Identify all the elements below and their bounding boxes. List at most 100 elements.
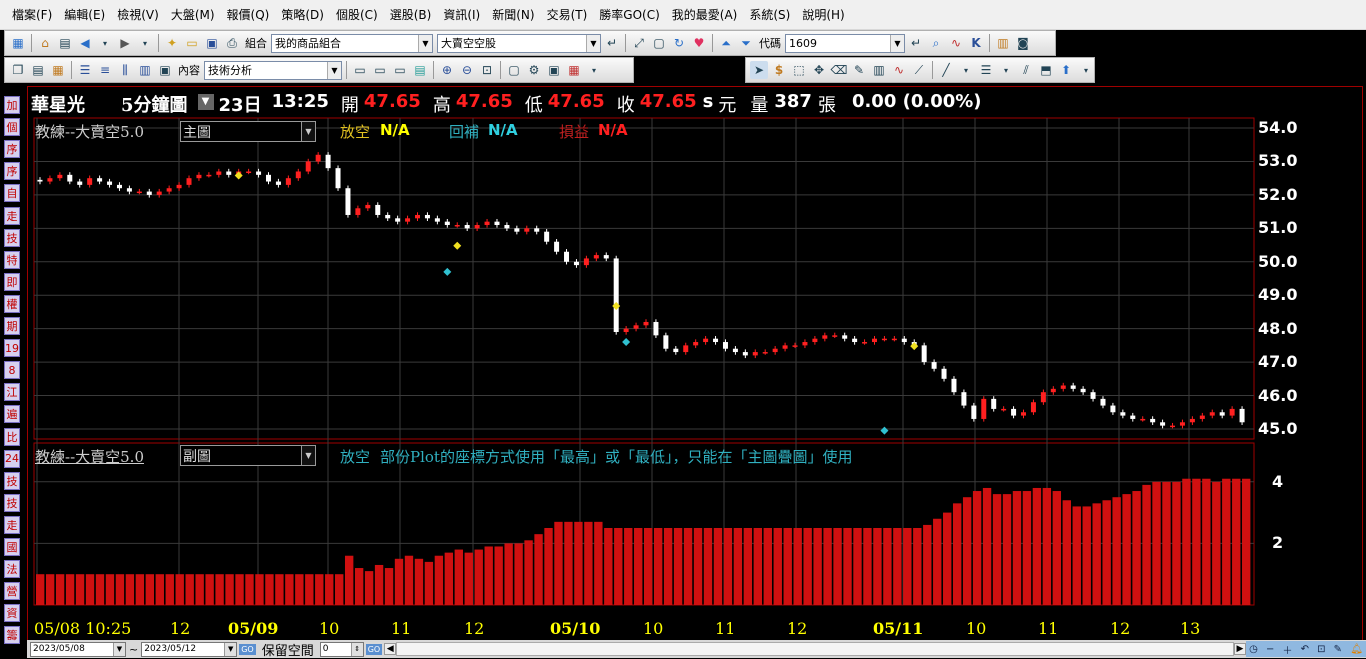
pin-icon[interactable]: ✎: [1334, 644, 1342, 655]
chevron-down-icon[interactable]: ▼: [224, 642, 237, 656]
window-icon[interactable]: ▢: [650, 34, 668, 52]
forward-arrow-icon[interactable]: ▶: [116, 34, 134, 52]
arrow-dropdown-icon[interactable]: ▾: [1077, 61, 1095, 79]
split-grid-icon[interactable]: ▥: [136, 61, 154, 79]
menu-item-0[interactable]: 檔案(F): [6, 6, 58, 23]
side-shortcut-21[interactable]: 法: [4, 560, 20, 579]
enter-icon[interactable]: ↵: [907, 34, 925, 52]
grid-view-icon[interactable]: ▦: [9, 34, 27, 52]
portfolio-select[interactable]: 我的商品組合 ▼: [271, 33, 433, 53]
main-chart-select[interactable]: 主圖 ▼: [180, 121, 316, 142]
trend-icon[interactable]: ⟋: [910, 61, 928, 79]
zoom-in-icon[interactable]: ⊕: [438, 61, 456, 79]
dollar-icon[interactable]: $: [770, 61, 788, 79]
content-icon[interactable]: ▣: [156, 61, 174, 79]
save-icon[interactable]: ▣: [203, 34, 221, 52]
side-shortcut-5[interactable]: 走: [4, 206, 20, 225]
chevron-down-icon[interactable]: ▼: [586, 34, 600, 52]
menu-item-1[interactable]: 編輯(E): [58, 6, 111, 23]
side-shortcut-12[interactable]: 8: [4, 361, 20, 380]
side-shortcut-11[interactable]: 19: [4, 339, 20, 358]
search-icon[interactable]: ⌕: [927, 34, 945, 52]
up-double-icon[interactable]: ⏶: [717, 34, 735, 52]
scroll-left-icon[interactable]: ◀: [384, 643, 397, 655]
print-icon[interactable]: ⎙: [223, 34, 241, 52]
clock-icon[interactable]: ◷: [1249, 644, 1258, 655]
start-date-input[interactable]: 2023/05/08 ▼: [30, 641, 126, 657]
select-box-icon[interactable]: ⬚: [790, 61, 808, 79]
fit-icon[interactable]: ⊡: [478, 61, 496, 79]
menu-item-11[interactable]: 勝率GO(C): [593, 6, 666, 23]
side-shortcut-3[interactable]: 序: [4, 162, 20, 181]
chevron-down-icon[interactable]: ▼: [113, 642, 125, 656]
favorite-heart-icon[interactable]: ♥: [690, 34, 708, 52]
wave-icon[interactable]: ∿: [890, 61, 908, 79]
copy-icon[interactable]: ❐: [9, 61, 27, 79]
channel-tool-icon[interactable]: ⫽: [1017, 61, 1035, 79]
code-input[interactable]: 1609 ▼: [785, 33, 905, 53]
palette-dropdown-icon[interactable]: ▾: [585, 61, 603, 79]
chevron-down-icon[interactable]: ▼: [301, 122, 315, 141]
camera-icon[interactable]: ◙: [1014, 34, 1032, 52]
menu-item-6[interactable]: 個股(C): [330, 6, 384, 23]
side-shortcut-8[interactable]: 即: [4, 272, 20, 291]
scroll-right-icon[interactable]: ▶: [1234, 643, 1246, 655]
menu-item-7[interactable]: 選股(B): [384, 6, 438, 23]
enter-icon[interactable]: ↵: [603, 34, 621, 52]
open-folder-icon[interactable]: ▭: [183, 34, 201, 52]
panel-icon[interactable]: ▭: [351, 61, 369, 79]
side-shortcut-23[interactable]: 資: [4, 604, 20, 623]
paste-icon[interactable]: ▤: [29, 61, 47, 79]
menu-item-2[interactable]: 檢視(V): [111, 6, 165, 23]
side-shortcut-18[interactable]: 技: [4, 493, 20, 512]
menu-item-12[interactable]: 我的最愛(A): [666, 6, 744, 23]
note-icon[interactable]: ✎: [850, 61, 868, 79]
side-shortcut-7[interactable]: 特: [4, 250, 20, 269]
plus-icon[interactable]: ＋: [1282, 642, 1292, 657]
menu-item-9[interactable]: 新聞(N): [486, 6, 540, 23]
box-tool-icon[interactable]: ⬒: [1037, 61, 1055, 79]
settings-icon[interactable]: ⚙: [525, 61, 543, 79]
side-shortcut-22[interactable]: 營: [4, 582, 20, 601]
side-shortcut-19[interactable]: 走: [4, 515, 20, 534]
zoom-out-icon[interactable]: ⊖: [458, 61, 476, 79]
side-shortcut-9[interactable]: 權: [4, 294, 20, 313]
arrow-up-tool-icon[interactable]: ⬆: [1057, 61, 1075, 79]
chart-line-icon[interactable]: ∿: [947, 34, 965, 52]
fib-tool-icon[interactable]: ☰: [977, 61, 995, 79]
side-shortcut-1[interactable]: 個: [4, 118, 20, 137]
zoom-controls[interactable]: ◷ − ＋ ↶ ⊡ ✎ 🔔︎: [1246, 641, 1366, 657]
chevron-down-icon[interactable]: ▼: [327, 61, 341, 79]
menu-item-3[interactable]: 大盤(M): [165, 6, 221, 23]
fib-dropdown-icon[interactable]: ▾: [997, 61, 1015, 79]
down-double-icon[interactable]: ⏷: [737, 34, 755, 52]
volume-icon[interactable]: ▥: [870, 61, 888, 79]
side-shortcut-6[interactable]: 技: [4, 228, 20, 247]
split-columns-icon[interactable]: ⫼: [116, 61, 134, 79]
palette-icon[interactable]: ▦: [565, 61, 583, 79]
side-shortcut-14[interactable]: 遍: [4, 405, 20, 424]
back-dropdown-icon[interactable]: ▾: [96, 34, 114, 52]
period-dropdown-icon[interactable]: ▼: [197, 94, 214, 110]
chevron-down-icon[interactable]: ▼: [890, 34, 904, 52]
menu-item-14[interactable]: 說明(H): [796, 6, 850, 23]
keep-space-input[interactable]: 0 ⇕: [319, 641, 364, 657]
undo-icon[interactable]: ↶: [1301, 644, 1309, 655]
refresh-icon[interactable]: ↻: [670, 34, 688, 52]
resize-icon[interactable]: ⤢: [630, 34, 648, 52]
side-shortcut-4[interactable]: 自: [4, 184, 20, 203]
side-shortcut-13[interactable]: 江: [4, 383, 20, 402]
layout-icon[interactable]: ▢: [505, 61, 523, 79]
line-tool-icon[interactable]: ╱: [937, 61, 955, 79]
home-icon[interactable]: ⌂: [36, 34, 54, 52]
side-shortcut-24[interactable]: 籌: [4, 626, 20, 645]
chevron-down-icon[interactable]: ▼: [301, 446, 315, 465]
side-shortcut-15[interactable]: 比: [4, 427, 20, 446]
go-button[interactable]: GO: [365, 643, 383, 655]
chevron-down-icon[interactable]: ▼: [418, 34, 432, 52]
bell-icon[interactable]: 🔔︎: [1350, 644, 1363, 655]
back-arrow-icon[interactable]: ◀: [76, 34, 94, 52]
strategy-select[interactable]: 大賣空空股 ▼: [437, 33, 601, 53]
spinner-icon[interactable]: ⇕: [350, 642, 363, 656]
menu-item-4[interactable]: 報價(Q): [221, 6, 276, 23]
